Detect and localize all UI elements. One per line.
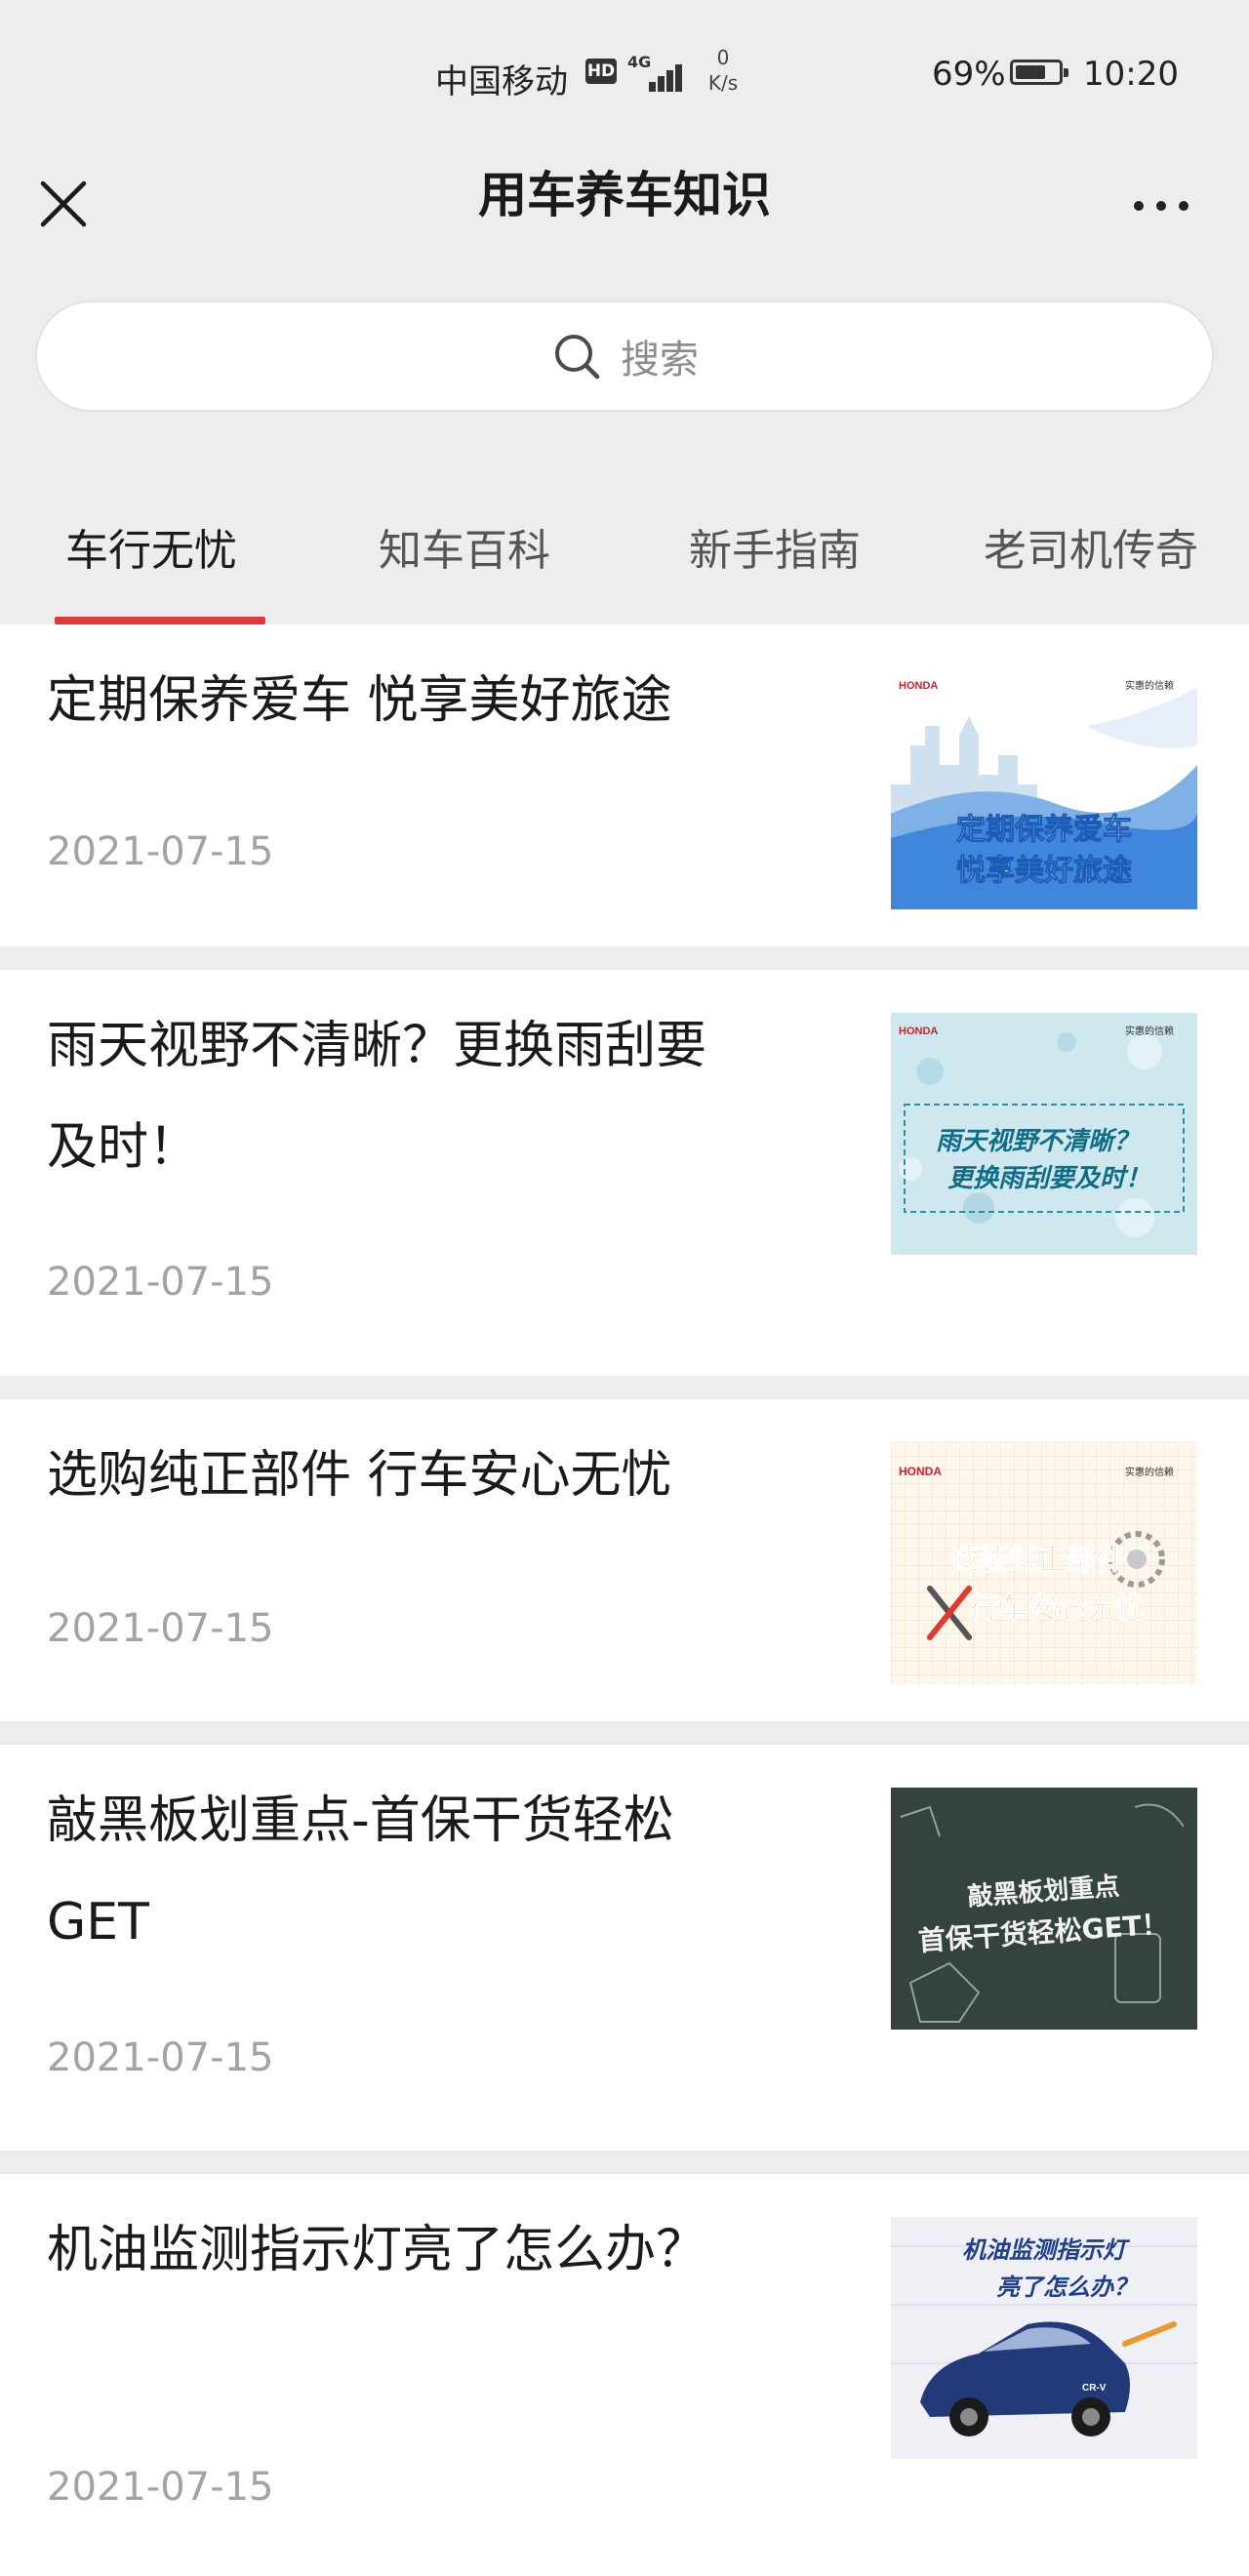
article-card[interactable]: 选购纯正部件 行车安心无忧 2021-07-15 HONDA 实惠的信赖 选装纯… <box>0 1399 1249 1721</box>
article-title: 选购纯正部件 行车安心无忧 <box>47 1446 672 1505</box>
title-bar: 用车养车知识 <box>0 146 1249 267</box>
battery-percent: 69% <box>932 55 1006 94</box>
svg-text:机油监测指示灯: 机油监测指示灯 <box>962 2236 1131 2264</box>
svg-text:悦享美好旅途: 悦享美好旅途 <box>956 854 1133 888</box>
article-date: 2021-07-15 <box>47 829 274 874</box>
svg-text:雨天视野不清晰？: 雨天视野不清晰？ <box>936 1127 1139 1156</box>
svg-text:行车安心无忧: 行车安心无忧 <box>968 1591 1145 1626</box>
article-title: 雨天视野不清晰？更换雨刮要及时！ <box>47 1017 707 1177</box>
clock: 10:20 <box>1083 55 1179 94</box>
article-thumbnail: HONDA 实惠的信赖 选装纯正部件 行车安心无忧 <box>891 1442 1197 1684</box>
svg-text:HONDA: HONDA <box>899 1026 938 1037</box>
article-date: 2021-07-15 <box>47 2035 274 2080</box>
page-title: 用车养车知识 <box>478 167 771 223</box>
article-card[interactable]: 雨天视野不清晰？更换雨刮要及时！ 2021-07-15 HONDA 实惠的信赖 … <box>0 970 1249 1376</box>
hd-icon: HD <box>585 59 617 84</box>
article-date: 2021-07-15 <box>47 1260 274 1305</box>
svg-text:CR-V: CR-V <box>1082 2383 1107 2394</box>
search-area: 搜索 <box>0 267 1249 459</box>
tab-xinshou-zhinan[interactable]: 新手指南 <box>689 515 861 578</box>
tab-laosiji-chuanqi[interactable]: 老司机传奇 <box>984 515 1198 578</box>
article-title: 敲黑板划重点-首保干货轻松GET <box>47 1791 674 1952</box>
svg-text:实惠的信赖: 实惠的信赖 <box>1125 1025 1174 1037</box>
svg-text:选装纯正部件: 选装纯正部件 <box>949 1543 1125 1577</box>
article-card[interactable]: 定期保养爱车 悦享美好旅途 2021-07-15 HONDA 实惠的信赖 定期保… <box>0 624 1249 946</box>
article-card[interactable]: 机油监测指示灯亮了怎么办？ 2021-07-15 CR-V 机油监测指示灯 亮了… <box>0 2174 1249 2576</box>
close-button[interactable] <box>27 168 100 240</box>
tab-zhiche-baike[interactable]: 知车百科 <box>379 515 550 578</box>
tab-chexing-wuyou[interactable]: 车行无忧 <box>65 515 237 578</box>
svg-text:HONDA: HONDA <box>899 680 938 692</box>
article-title: 机油监测指示灯亮了怎么办？ <box>47 2221 707 2279</box>
svg-text:亮了怎么办？: 亮了怎么办？ <box>996 2274 1137 2301</box>
article-title: 定期保养爱车 悦享美好旅途 <box>47 671 672 730</box>
more-dots-icon <box>1134 201 1144 211</box>
svg-text:更换雨刮要及时！: 更换雨刮要及时！ <box>947 1164 1150 1193</box>
status-bar: 中国移动 HD 4G 0 K/s 69% 10:20 <box>0 0 1249 146</box>
article-thumbnail: 敲黑板划重点 首保干货轻松GET！ <box>891 1788 1197 2030</box>
search-input[interactable]: 搜索 <box>35 301 1214 412</box>
article-thumbnail: CR-V 机油监测指示灯 亮了怎么办？ <box>891 2217 1197 2459</box>
signal-icon: 4G <box>627 53 686 92</box>
article-date: 2021-07-15 <box>47 1606 274 1651</box>
svg-text:实惠的信赖: 实惠的信赖 <box>1125 1466 1174 1478</box>
search-placeholder: 搜索 <box>621 338 699 382</box>
carrier-name: 中国移动 <box>435 62 568 101</box>
battery-icon <box>1010 60 1068 85</box>
article-thumbnail: HONDA 实惠的信赖 定期保养爱车 悦享美好旅途 <box>891 667 1197 909</box>
category-tabs: 车行无忧 知车百科 新手指南 老司机传奇 <box>0 459 1249 624</box>
article-card[interactable]: 敲黑板划重点-首保干货轻松GET 2021-07-15 敲黑板划重点 首保干货轻… <box>0 1745 1249 2151</box>
active-tab-indicator <box>55 617 265 624</box>
svg-text:实惠的信赖: 实惠的信赖 <box>1125 679 1174 692</box>
svg-text:定期保养爱车: 定期保养爱车 <box>956 813 1132 847</box>
search-icon <box>555 335 600 380</box>
article-date: 2021-07-15 <box>47 2465 274 2510</box>
svg-text:HONDA: HONDA <box>899 1465 942 1478</box>
article-thumbnail: HONDA 实惠的信赖 雨天视野不清晰？ 更换雨刮要及时！ <box>891 1013 1197 1255</box>
more-button[interactable] <box>1122 170 1200 238</box>
network-type: 4G <box>627 53 652 71</box>
close-icon <box>40 181 87 227</box>
network-speed: 0 K/s <box>707 46 739 95</box>
